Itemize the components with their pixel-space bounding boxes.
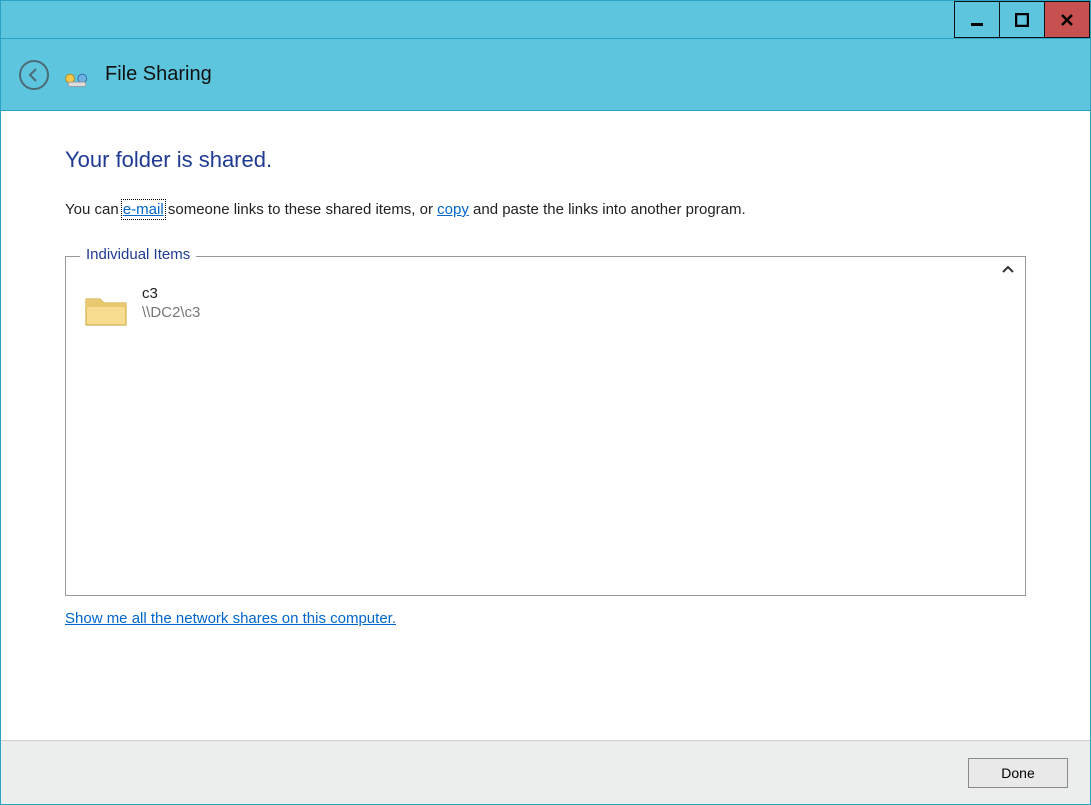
window-titlebar (1, 1, 1090, 39)
shared-item[interactable]: c3 \\DC2\c3 (82, 285, 1009, 333)
close-button[interactable] (1044, 1, 1090, 38)
shared-item-name: c3 (142, 285, 200, 302)
instruction-middle: someone links to these shared items, or (164, 201, 437, 218)
individual-items-group: Individual Items c3 \\DC2\c3 (65, 256, 1026, 596)
instruction-prefix: You can (65, 201, 123, 218)
dialog-button-bar: Done (1, 740, 1090, 804)
dialog-header: File Sharing (1, 39, 1090, 111)
dialog-content: Your folder is shared. You can e-mail so… (1, 111, 1090, 740)
instruction-suffix: and paste the links into another program… (469, 201, 746, 218)
file-sharing-icon (63, 61, 91, 89)
shared-item-path: \\DC2\c3 (142, 304, 200, 321)
maximize-button[interactable] (999, 1, 1045, 38)
back-button[interactable] (19, 60, 49, 90)
copy-link[interactable]: copy (437, 201, 469, 218)
dialog-title: File Sharing (105, 63, 212, 86)
collapse-toggle[interactable] (1001, 263, 1015, 280)
shared-item-text: c3 \\DC2\c3 (142, 285, 200, 321)
folder-icon (82, 285, 130, 333)
instruction-text: You can e-mail someone links to these sh… (65, 199, 1026, 220)
done-button[interactable]: Done (968, 758, 1068, 788)
group-title: Individual Items (80, 246, 196, 263)
show-all-shares-link[interactable]: Show me all the network shares on this c… (65, 610, 396, 627)
minimize-button[interactable] (954, 1, 1000, 38)
email-link[interactable]: e-mail (123, 201, 164, 218)
file-sharing-window: File Sharing Your folder is shared. You … (0, 0, 1091, 805)
chevron-up-icon (1001, 263, 1015, 277)
status-heading: Your folder is shared. (65, 147, 1026, 173)
